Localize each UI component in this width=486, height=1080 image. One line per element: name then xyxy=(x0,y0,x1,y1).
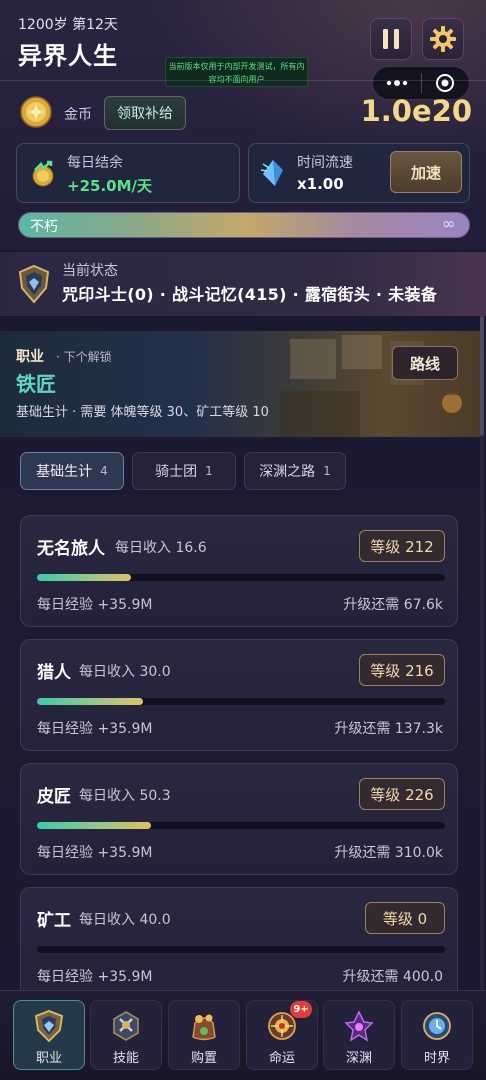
skill-icon xyxy=(113,1011,139,1041)
tab-count: 1 xyxy=(323,464,331,478)
job-progress-fill xyxy=(37,574,131,581)
gear-icon xyxy=(430,26,456,52)
job-income: 每日收入 40.0 xyxy=(79,912,171,928)
nav-item-abyss[interactable]: 深渊 xyxy=(323,1000,395,1070)
next-profession-name: 铁匠 xyxy=(16,372,56,396)
header-divider xyxy=(0,80,486,81)
nav-item-purchase[interactable]: 购置 xyxy=(168,1000,240,1070)
job-daily-exp: 每日经验 +35.9M xyxy=(37,721,153,737)
job-daily-exp: 每日经验 +35.9M xyxy=(37,969,153,985)
time-realm-icon xyxy=(423,1012,451,1040)
daily-balance-card: 每日结余 +25.0M/天 xyxy=(16,143,240,203)
job-level-badge: 等级 0 xyxy=(365,902,445,934)
job-exp-needed: 升级还需 137.3k xyxy=(334,721,443,737)
job-name: 无名旅人 xyxy=(37,539,105,559)
job-daily-exp: 每日经验 +35.9M xyxy=(37,597,153,613)
scrollbar-thumb[interactable] xyxy=(480,316,484,436)
nav-label: 购置 xyxy=(190,1051,217,1066)
job-income: 每日收入 30.0 xyxy=(79,664,171,680)
job-income: 每日收入 16.6 xyxy=(115,540,207,556)
nav-item-skills[interactable]: 技能 xyxy=(90,1000,162,1070)
daily-balance-value: +25.0M/天 xyxy=(67,177,152,195)
nav-label: 时界 xyxy=(423,1051,450,1066)
target-icon xyxy=(436,74,455,92)
job-progress-bar xyxy=(37,822,445,829)
infinity-icon: ∞ xyxy=(442,214,456,233)
tab-basic-livelihood[interactable]: 基础生计 4 xyxy=(20,452,124,490)
job-card[interactable]: 矿工 每日收入 40.0 等级 0 每日经验 +35.9M 升级还需 400.0 xyxy=(20,887,458,999)
tab-label: 基础生计 xyxy=(36,464,93,480)
job-daily-exp: 每日经验 +35.9M xyxy=(37,845,153,861)
tab-label: 骑士团 xyxy=(155,464,198,480)
nav-label: 命运 xyxy=(268,1051,295,1066)
profession-label: 职业 xyxy=(16,349,44,365)
coin-growth-icon xyxy=(29,160,57,192)
lifespan-bar xyxy=(18,212,470,238)
route-button[interactable]: 路线 xyxy=(392,346,458,380)
profession-icon xyxy=(35,1010,63,1043)
gold-coin-icon xyxy=(20,96,52,128)
tab-knights[interactable]: 骑士团 1 xyxy=(132,452,236,490)
lifespan-label: 不朽 xyxy=(30,219,58,235)
job-progress-bar xyxy=(37,574,445,581)
notification-badge: 9+ xyxy=(290,1001,312,1018)
pause-button[interactable] xyxy=(370,18,412,60)
tab-abyss-road[interactable]: 深渊之路 1 xyxy=(244,452,346,490)
status-label: 当前状态 xyxy=(62,263,118,279)
claim-supply-button[interactable]: 领取补给 xyxy=(104,96,186,130)
job-name: 猎人 xyxy=(37,663,71,683)
job-income: 每日收入 50.3 xyxy=(79,788,171,804)
job-exp-needed: 升级还需 67.6k xyxy=(343,597,443,613)
job-level-badge: 等级 212 xyxy=(359,530,445,562)
coin-label: 金币 xyxy=(64,107,92,123)
settings-button[interactable] xyxy=(422,18,464,60)
job-card[interactable]: 猎人 每日收入 30.0 等级 216 每日经验 +35.9M 升级还需 137… xyxy=(20,639,458,751)
next-unlock-label: · 下个解锁 xyxy=(56,350,112,364)
gold-amount: 1.0e20 xyxy=(360,94,472,128)
crystal-icon xyxy=(259,158,287,192)
tab-count: 4 xyxy=(100,464,108,478)
job-name: 矿工 xyxy=(37,911,71,931)
daily-balance-title: 每日结余 xyxy=(67,155,123,171)
speed-up-button[interactable]: 加速 xyxy=(390,151,462,193)
nav-item-profession[interactable]: 职业 xyxy=(13,1000,85,1070)
nav-label: 技能 xyxy=(112,1051,139,1066)
job-exp-needed: 升级还需 400.0 xyxy=(342,969,443,985)
dev-notice: 当前版本仅用于内部开发测试，所有内容均不面向用户 xyxy=(165,57,308,87)
job-exp-needed: 升级还需 310.0k xyxy=(334,845,443,861)
status-shield-icon xyxy=(16,264,52,304)
app-title: 异界人生 xyxy=(18,42,118,70)
tab-label: 深渊之路 xyxy=(259,464,316,480)
tab-count: 1 xyxy=(205,464,213,478)
time-flow-value: x1.00 xyxy=(297,175,344,193)
job-level-badge: 等级 226 xyxy=(359,778,445,810)
pause-icon xyxy=(383,29,399,49)
job-level-badge: 等级 216 xyxy=(359,654,445,686)
nav-item-time-realm[interactable]: 时界 xyxy=(401,1000,473,1070)
job-progress-fill xyxy=(37,822,152,829)
purchase-icon xyxy=(192,1014,216,1041)
job-card[interactable]: 皮匠 每日收入 50.3 等级 226 每日经验 +35.9M 升级还需 310… xyxy=(20,763,458,875)
unlock-requirement: 基础生计 · 需要 体魄等级 30、矿工等级 10 xyxy=(16,405,269,420)
job-progress-bar xyxy=(37,946,445,953)
status-value: 咒印斗士(0) · 战斗记忆(415) · 露宿街头 · 未装备 xyxy=(62,285,438,304)
time-flow-title: 时间流速 xyxy=(297,155,353,171)
job-name: 皮匠 xyxy=(37,787,71,807)
abyss-icon xyxy=(344,1010,374,1042)
job-card[interactable]: 无名旅人 每日收入 16.6 等级 212 每日经验 +35.9M 升级还需 6… xyxy=(20,515,458,627)
job-progress-bar xyxy=(37,698,445,705)
nav-label: 职业 xyxy=(35,1051,62,1066)
nav-label: 深渊 xyxy=(345,1051,372,1066)
job-progress-fill xyxy=(37,698,144,705)
age-day-label: 1200岁 第12天 xyxy=(18,17,118,33)
